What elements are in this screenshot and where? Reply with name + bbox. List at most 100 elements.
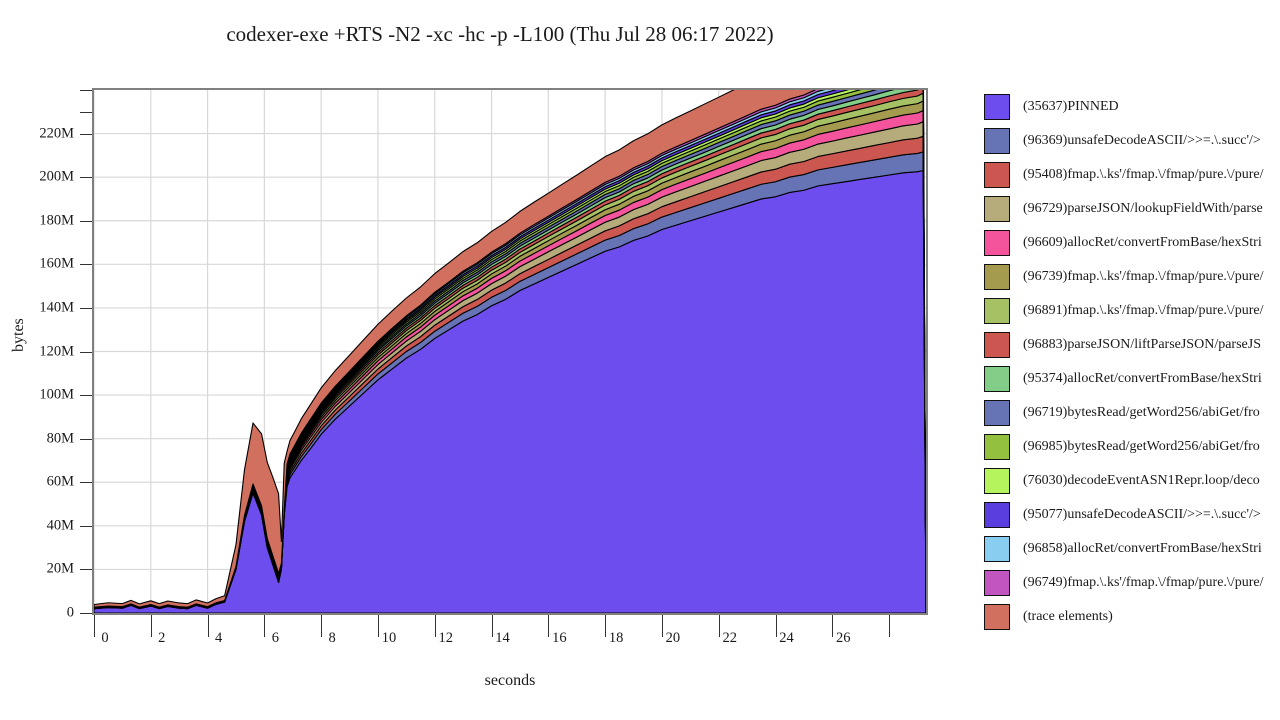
legend-item-label: (trace elements) (1023, 609, 1113, 624)
x-tick-label: 8 (328, 630, 336, 646)
legend-color-swatch (984, 366, 1010, 392)
legend-item[interactable]: (96858)allocRet/convertFromBase/hexStri (984, 532, 1262, 566)
y-tick-mark (80, 307, 92, 309)
legend-item[interactable]: (96729)parseJSON/lookupFieldWith/parse (984, 192, 1263, 226)
x-tick-mark (889, 615, 891, 637)
y-tick-label: 200M (39, 168, 74, 185)
y-tick-label: 180M (39, 212, 74, 229)
legend-color-swatch (984, 570, 1010, 596)
legend-item[interactable]: (96883)parseJSON/liftParseJSON/parseJS (984, 328, 1261, 362)
x-axis-title: seconds (484, 672, 536, 689)
legend-item[interactable]: (96609)allocRet/convertFromBase/hexStri (984, 226, 1262, 260)
legend-item-label: (96858)allocRet/convertFromBase/hexStri (1023, 541, 1262, 556)
legend-item[interactable]: (95077)unsafeDecodeASCII/>>=.\.succ'/> (984, 498, 1261, 532)
legend-item[interactable]: (96749)fmap.\.ks'/fmap.\/fmap/pure.\/pur… (984, 566, 1263, 600)
y-tick-mark (80, 133, 92, 135)
page-title: codexer-exe +RTS -N2 -xc -hc -p -L100 (T… (226, 22, 774, 46)
y-tick-label: 220M (39, 125, 74, 142)
x-tick-label: 6 (271, 630, 279, 646)
legend-item[interactable]: (trace elements) (984, 600, 1113, 634)
legend-item-label: (95077)unsafeDecodeASCII/>>=.\.succ'/> (1023, 507, 1261, 522)
x-tick-label: 20 (665, 630, 681, 646)
legend-color-swatch (984, 604, 1010, 630)
legend-item-label: (35637)PINNED (1023, 99, 1119, 114)
x-tick-label: 18 (608, 630, 624, 646)
legend-item[interactable]: (96891)fmap.\.ks'/fmap.\/fmap/pure.\/pur… (984, 294, 1263, 328)
x-tick-mark (377, 615, 379, 637)
legend-item-label: (96985)bytesRead/getWord256/abiGet/fro (1023, 439, 1260, 454)
x-tick-mark (321, 615, 323, 637)
x-tick-mark (94, 615, 95, 637)
legend-item-label: (96883)parseJSON/liftParseJSON/parseJS (1023, 337, 1261, 352)
legend-color-swatch (984, 162, 1010, 188)
x-tick-label: 4 (214, 630, 223, 646)
legend-item[interactable]: (96369)unsafeDecodeASCII/>>=.\.succ'/> (984, 124, 1261, 158)
y-tick-label: 20M (46, 560, 74, 577)
x-tick-mark (491, 615, 493, 637)
y-tick-label: 160M (39, 255, 74, 272)
legend-color-swatch (984, 230, 1010, 256)
legend-item[interactable]: (35637)PINNED (984, 90, 1119, 124)
y-tick-mark (80, 177, 92, 179)
x-tick-label: 14 (495, 630, 510, 646)
legend-color-swatch (984, 400, 1010, 426)
legend-item[interactable]: (96739)fmap.\.ks'/fmap.\/fmap/pure.\/pur… (984, 260, 1263, 294)
x-tick-label: 16 (552, 630, 567, 646)
x-tick-label: 2 (158, 630, 166, 646)
stacked-area-chart (94, 90, 926, 613)
y-tick-mark (80, 613, 92, 614)
legend-color-swatch (984, 536, 1010, 562)
legend-item[interactable]: (95374)allocRet/convertFromBase/hexStri (984, 362, 1262, 396)
x-tick-mark (207, 615, 209, 637)
y-tick-mark (80, 220, 92, 222)
legend-item-label: (96729)parseJSON/lookupFieldWith/parse (1023, 201, 1263, 216)
y-tick-mark (80, 111, 92, 113)
y-tick-label: 80M (46, 430, 74, 447)
x-tick-mark (434, 615, 436, 637)
y-tick-mark (80, 569, 92, 571)
legend-item[interactable]: (96719)bytesRead/getWord256/abiGet/fro (984, 396, 1260, 430)
legend-item-label: (96739)fmap.\.ks'/fmap.\/fmap/pure.\/pur… (1023, 269, 1264, 284)
y-tick-label: 100M (39, 386, 74, 403)
x-tick-mark (264, 615, 266, 637)
legend-item-label: (96369)unsafeDecodeASCII/>>=.\.succ'/> (1023, 133, 1261, 148)
legend-item[interactable]: (96985)bytesRead/getWord256/abiGet/fro (984, 430, 1260, 464)
y-tick-mark (80, 438, 92, 440)
legend-color-swatch (984, 468, 1010, 494)
x-tick-mark (661, 615, 663, 637)
x-tick-mark (605, 615, 607, 637)
y-axis-title: bytes (10, 318, 27, 352)
legend: (35637)PINNED (96369)unsafeDecodeASCII/>>… (984, 90, 1280, 635)
legend-item-label: (96609)allocRet/convertFromBase/hexStri (1023, 235, 1262, 250)
y-tick-label: 40M (46, 517, 74, 534)
y-tick-mark (80, 264, 92, 266)
x-tick-label: 10 (381, 630, 397, 646)
y-tick-label: 60M (46, 473, 74, 490)
legend-item-label: (96719)bytesRead/getWord256/abiGet/fro (1023, 405, 1260, 420)
y-tick-mark (80, 90, 92, 91)
legend-item-label: (95374)allocRet/convertFromBase/hexStri (1023, 371, 1262, 386)
x-tick-mark (832, 615, 834, 637)
legend-item[interactable]: (76030)decodeEventASN1Repr.loop/deco (984, 464, 1260, 498)
x-tick-mark (718, 615, 720, 637)
y-tick-mark (80, 351, 92, 353)
x-tick-label: 22 (722, 630, 737, 646)
legend-color-swatch (984, 94, 1010, 120)
y-tick-label: 140M (39, 299, 74, 316)
x-tick-mark (150, 615, 152, 637)
legend-color-swatch (984, 502, 1010, 528)
legend-item-label: (96891)fmap.\.ks'/fmap.\/fmap/pure.\/pur… (1023, 303, 1264, 318)
x-tick-mark (548, 615, 550, 637)
x-tick-label: 0 (101, 630, 109, 646)
legend-item-label: (96749)fmap.\.ks'/fmap.\/fmap/pure.\/pur… (1023, 575, 1264, 590)
x-tick-label: 26 (836, 630, 851, 646)
legend-item-label: (76030)decodeEventASN1Repr.loop/deco (1023, 473, 1260, 488)
x-tick-mark (775, 615, 777, 637)
legend-color-swatch (984, 434, 1010, 460)
x-tick-label: 24 (779, 630, 794, 646)
y-tick-label: 0 (66, 604, 74, 621)
legend-item[interactable]: (95408)fmap.\.ks'/fmap.\/fmap/pure.\/pur… (984, 158, 1263, 192)
y-tick-mark (80, 395, 92, 397)
x-tick-label: 12 (438, 630, 454, 646)
legend-color-swatch (984, 196, 1010, 222)
